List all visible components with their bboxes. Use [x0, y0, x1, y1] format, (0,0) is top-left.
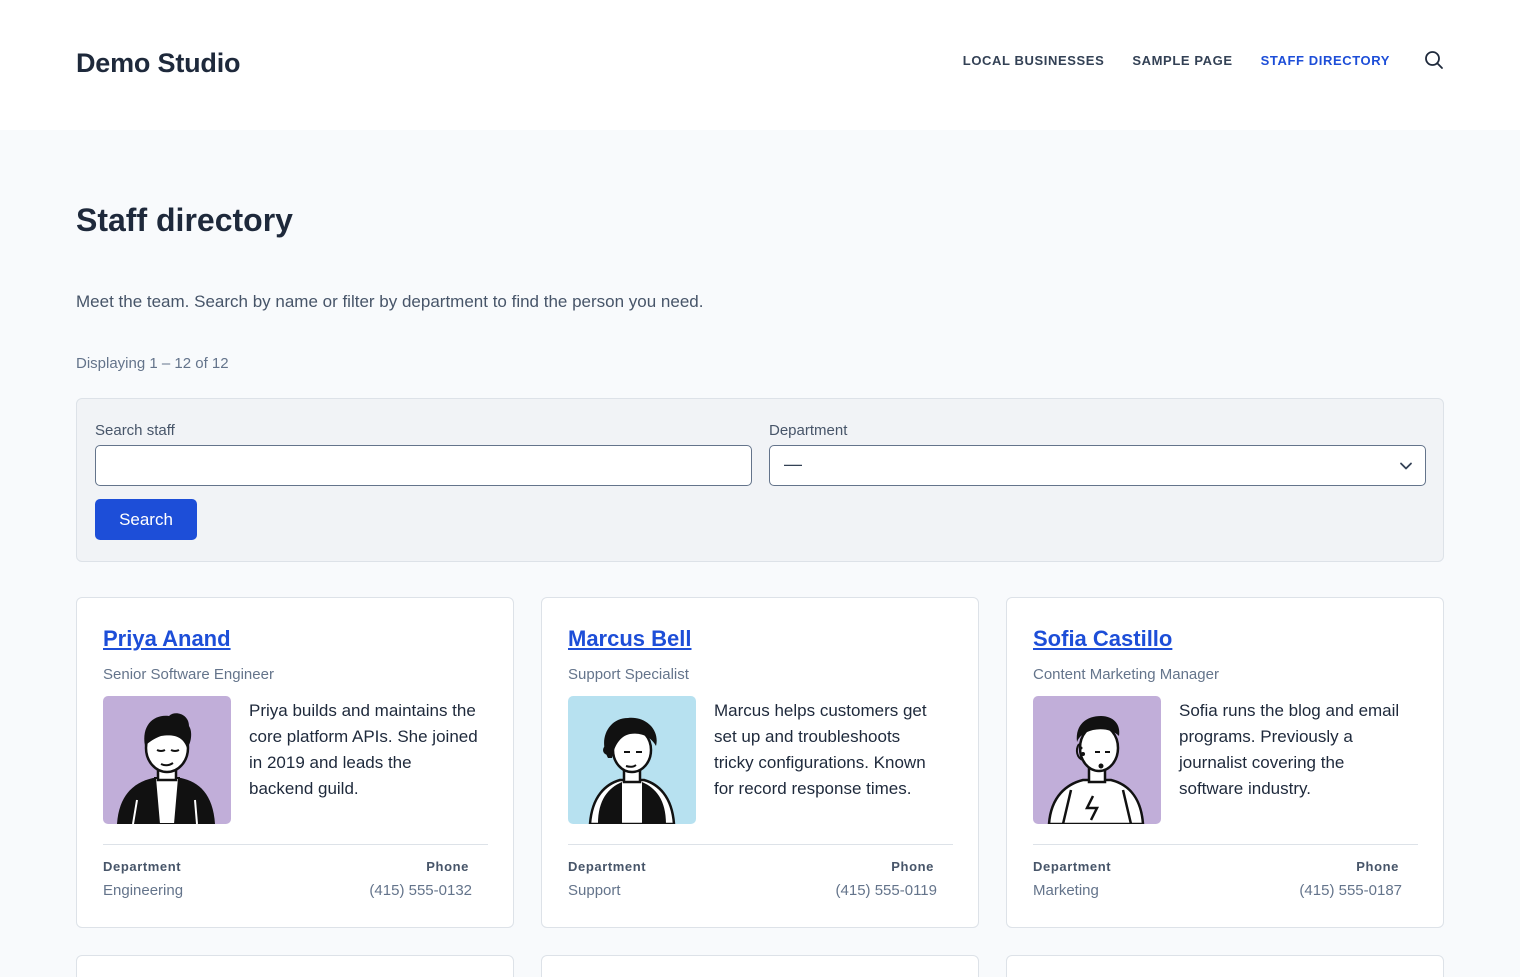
- staff-card: [541, 955, 979, 977]
- site-logo[interactable]: Demo Studio: [76, 48, 240, 79]
- staff-bio: Priya builds and maintains the core plat…: [249, 701, 478, 798]
- staff-bio: Sofia runs the blog and email programs. …: [1179, 701, 1400, 798]
- site-header: Demo Studio LOCAL BUSINESSES SAMPLE PAGE…: [0, 0, 1520, 130]
- staff-bio: Marcus helps customers get set up and tr…: [714, 701, 927, 798]
- department-heading: Department: [1033, 859, 1112, 874]
- staff-card: Marcus Bell Support Specialist Marcus he…: [541, 597, 979, 928]
- search-icon[interactable]: [1424, 50, 1444, 70]
- staff-name-link[interactable]: Sofia Castillo: [1033, 626, 1172, 652]
- filter-panel: Search staff Department — Search: [76, 398, 1444, 562]
- results-count: Displaying 1 – 12 of 12: [76, 355, 229, 372]
- page-title: Staff directory: [76, 202, 293, 238]
- card-divider: [1033, 844, 1418, 845]
- staff-name-link[interactable]: Priya Anand: [103, 626, 231, 652]
- phone-heading: Phone: [891, 859, 934, 874]
- staff-role: Senior Software Engineer: [103, 666, 274, 683]
- main-nav: LOCAL BUSINESSES SAMPLE PAGE STAFF DIREC…: [935, 50, 1444, 70]
- staff-card: Priya Anand Senior Software Engineer Pri…: [76, 597, 514, 928]
- department-label: Department: [769, 422, 848, 439]
- avatar: [1033, 696, 1161, 824]
- staff-card: [76, 955, 514, 977]
- phone-heading: Phone: [426, 859, 469, 874]
- avatar: [103, 696, 231, 824]
- nav-staff-directory[interactable]: STAFF DIRECTORY: [1261, 53, 1390, 68]
- department-select[interactable]: —: [769, 445, 1426, 486]
- card-divider: [103, 844, 488, 845]
- department-select-value: —: [784, 454, 802, 474]
- chevron-down-icon: [1399, 459, 1413, 473]
- department-heading: Department: [103, 859, 182, 874]
- staff-phone: (415) 555-0119: [835, 882, 937, 899]
- card-divider: [568, 844, 953, 845]
- staff-card: Sofia Castillo Content Marketing Manager…: [1006, 597, 1444, 928]
- staff-phone: (415) 555-0187: [1299, 882, 1402, 899]
- phone-heading: Phone: [1356, 859, 1399, 874]
- page-intro: Meet the team. Search by name or filter …: [76, 292, 704, 311]
- staff-role: Support Specialist: [568, 666, 689, 683]
- avatar: [568, 696, 696, 824]
- search-button[interactable]: Search: [95, 499, 197, 540]
- nav-sample-page[interactable]: SAMPLE PAGE: [1132, 53, 1232, 68]
- staff-card: [1006, 955, 1444, 977]
- department-heading: Department: [568, 859, 647, 874]
- staff-department: Marketing: [1033, 882, 1099, 899]
- staff-department: Engineering: [103, 882, 184, 899]
- search-staff-label: Search staff: [95, 422, 175, 439]
- staff-name-link[interactable]: Marcus Bell: [568, 626, 692, 652]
- nav-local-businesses[interactable]: LOCAL BUSINESSES: [963, 53, 1105, 68]
- staff-phone: (415) 555-0132: [369, 882, 472, 899]
- search-staff-input[interactable]: [95, 445, 752, 486]
- staff-role: Content Marketing Manager: [1033, 666, 1219, 683]
- staff-department: Support: [568, 882, 621, 899]
